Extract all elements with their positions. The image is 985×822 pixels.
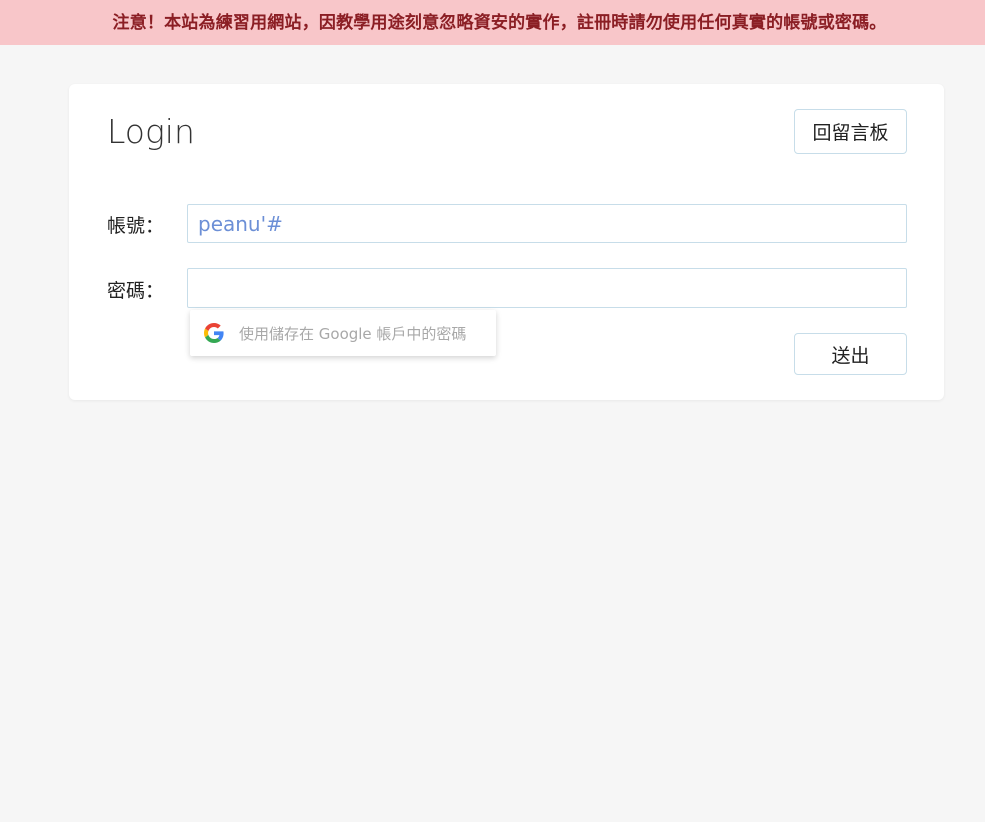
- back-to-board-button[interactable]: 回留言板: [794, 109, 907, 154]
- warning-text: 注意！本站為練習用網站，因教學用途刻意忽略資安的實作，註冊時請勿使用任何真實的帳…: [112, 13, 887, 33]
- warning-banner: 注意！本站為練習用網站，因教學用途刻意忽略資安的實作，註冊時請勿使用任何真實的帳…: [0, 0, 985, 45]
- page-title: Login: [107, 112, 195, 151]
- login-card: Login 回留言板 帳號： 密碼： 使用儲存在 Google 帳戶中的密碼 送…: [69, 84, 944, 400]
- password-label: 密碼：: [107, 280, 165, 302]
- submit-button[interactable]: 送出: [794, 333, 907, 375]
- google-icon: [204, 323, 224, 343]
- account-input[interactable]: [187, 204, 907, 243]
- account-label: 帳號：: [107, 215, 165, 237]
- password-autofill-suggestion[interactable]: 使用儲存在 Google 帳戶中的密碼: [190, 310, 496, 356]
- autofill-text: 使用儲存在 Google 帳戶中的密碼: [239, 324, 467, 343]
- password-input[interactable]: [187, 268, 907, 308]
